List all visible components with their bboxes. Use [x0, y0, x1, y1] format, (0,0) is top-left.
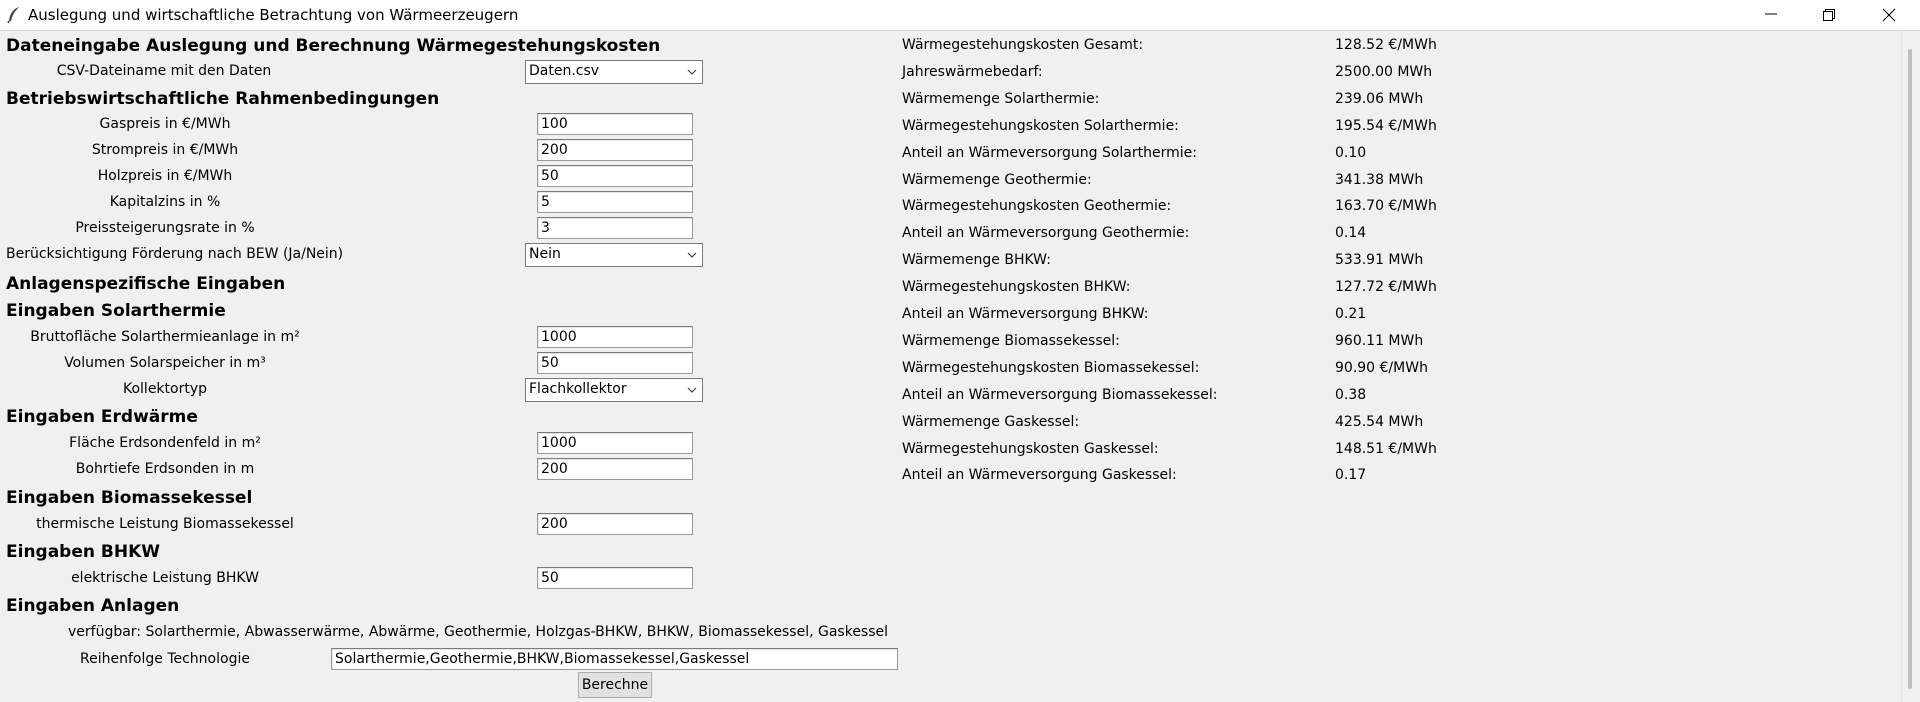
result-value: 341.38 MWh — [1335, 172, 1424, 188]
section-title-chp: Eingaben BHKW — [6, 542, 161, 562]
minimize-icon — [1765, 13, 1777, 15]
biomass-power-input[interactable] — [537, 513, 693, 535]
chevron-down-icon — [687, 69, 697, 75]
collector-type-combobox[interactable]: Flachkollektor — [525, 378, 703, 402]
gas-price-input[interactable] — [537, 113, 693, 135]
csv-filename-label: CSV-Dateiname mit den Daten — [56, 63, 272, 79]
result-label: Wärmegestehungskosten Solarthermie: — [902, 118, 1179, 134]
technology-order-input[interactable] — [331, 648, 898, 670]
result-value: 0.21 — [1335, 306, 1367, 322]
wood-price-input[interactable] — [537, 165, 693, 187]
restore-button[interactable] — [1800, 0, 1858, 30]
vertical-scrollbar[interactable] — [1901, 31, 1920, 702]
bew-funding-value: Nein — [529, 246, 561, 262]
section-title-technologies: Eingaben Anlagen — [6, 596, 180, 616]
result-value: 128.52 €/MWh — [1335, 37, 1437, 53]
result-value: 148.51 €/MWh — [1335, 441, 1437, 457]
result-value: 2500.00 MWh — [1335, 64, 1433, 80]
power-price-label: Strompreis in €/MWh — [91, 142, 239, 158]
technology-order-label: Reihenfolge Technologie — [80, 651, 250, 667]
result-label: Wärmegestehungskosten Gesamt: — [902, 37, 1144, 53]
drill-depth-label: Bohrtiefe Erdsonden in m — [75, 461, 255, 477]
bew-funding-combobox[interactable]: Nein — [525, 243, 703, 267]
result-value: 0.38 — [1335, 387, 1367, 403]
close-button[interactable] — [1860, 0, 1918, 30]
feather-icon — [6, 6, 22, 24]
collector-type-value: Flachkollektor — [529, 381, 627, 397]
result-label: Wärmemenge Solarthermie: — [902, 91, 1100, 107]
solar-storage-label: Volumen Solarspeicher in m³ — [64, 355, 266, 371]
result-value: 163.70 €/MWh — [1335, 198, 1437, 214]
wood-price-label: Holzpreis in €/MWh — [97, 168, 233, 184]
result-label: Wärmemenge BHKW: — [902, 252, 1051, 268]
result-value: 0.10 — [1335, 145, 1367, 161]
solar-storage-input[interactable] — [537, 352, 693, 374]
chevron-down-icon — [687, 252, 697, 258]
result-label: Jahreswärmebedarf: — [902, 64, 1043, 80]
result-label: Anteil an Wärmeversorgung BHKW: — [902, 306, 1149, 322]
section-title-data-input: Dateneingabe Auslegung und Berechnung Wä… — [6, 36, 661, 56]
result-value: 425.54 MWh — [1335, 414, 1424, 430]
minimize-button[interactable] — [1742, 0, 1800, 30]
result-label: Anteil an Wärmeversorgung Geothermie: — [902, 225, 1190, 241]
result-label: Anteil an Wärmeversorgung Solarthermie: — [902, 145, 1197, 161]
price-increase-input[interactable] — [537, 217, 693, 239]
result-value: 239.06 MWh — [1335, 91, 1424, 107]
drill-depth-input[interactable] — [537, 458, 693, 480]
result-label: Anteil an Wärmeversorgung Gaskessel: — [902, 467, 1177, 483]
geo-area-label: Fläche Erdsondenfeld in m² — [69, 435, 261, 451]
section-title-solar: Eingaben Solarthermie — [6, 301, 226, 321]
result-label: Anteil an Wärmeversorgung Biomassekessel… — [902, 387, 1218, 403]
result-label: Wärmemenge Gaskessel: — [902, 414, 1080, 430]
result-value: 195.54 €/MWh — [1335, 118, 1437, 134]
collector-type-label: Kollektortyp — [122, 381, 208, 397]
geo-area-input[interactable] — [537, 432, 693, 454]
title-bar: Auslegung und wirtschaftliche Betrachtun… — [0, 0, 1920, 31]
solar-area-label: Bruttofläche Solarthermieanlage in m² — [30, 329, 300, 345]
section-title-economic: Betriebswirtschaftliche Rahmenbedingunge… — [6, 89, 440, 109]
section-title-geothermal: Eingaben Erdwärme — [6, 407, 198, 427]
result-value: 0.14 — [1335, 225, 1367, 241]
main-content: Dateneingabe Auslegung und Berechnung Wä… — [0, 31, 1902, 702]
restore-icon — [1823, 9, 1835, 21]
csv-filename-combobox[interactable]: Daten.csv — [525, 60, 703, 84]
available-technologies-text: verfügbar: Solarthermie, Abwasserwärme, … — [68, 624, 889, 640]
result-value: 0.17 — [1335, 467, 1367, 483]
result-label: Wärmemenge Biomassekessel: — [902, 333, 1120, 349]
csv-filename-value: Daten.csv — [529, 63, 600, 79]
solar-area-input[interactable] — [537, 326, 693, 348]
chevron-down-icon — [687, 387, 697, 393]
bew-funding-label: Berücksichtigung Förderung nach BEW (Ja/… — [6, 246, 344, 262]
result-value: 960.11 MWh — [1335, 333, 1424, 349]
price-increase-label: Preissteigerungsrate in % — [75, 220, 255, 236]
result-label: Wärmemenge Geothermie: — [902, 172, 1092, 188]
result-value: 533.91 MWh — [1335, 252, 1424, 268]
interest-rate-label: Kapitalzins in % — [109, 194, 221, 210]
scrollbar-thumb[interactable] — [1908, 49, 1912, 689]
power-price-input[interactable] — [537, 139, 693, 161]
result-value: 90.90 €/MWh — [1335, 360, 1428, 376]
chp-power-input[interactable] — [537, 567, 693, 589]
gas-price-label: Gaspreis in €/MWh — [99, 116, 231, 132]
interest-rate-input[interactable] — [537, 191, 693, 213]
result-label: Wärmegestehungskosten Geothermie: — [902, 198, 1172, 214]
result-label: Wärmegestehungskosten BHKW: — [902, 279, 1131, 295]
section-title-plant-specific: Anlagenspezifische Eingaben — [6, 274, 286, 294]
biomass-power-label: thermische Leistung Biomassekessel — [36, 516, 294, 532]
window-title: Auslegung und wirtschaftliche Betrachtun… — [28, 6, 519, 24]
chp-power-label: elektrische Leistung BHKW — [71, 570, 259, 586]
close-icon — [1882, 8, 1896, 22]
section-title-biomass: Eingaben Biomassekessel — [6, 488, 253, 508]
result-label: Wärmegestehungskosten Biomassekessel: — [902, 360, 1200, 376]
calculate-button[interactable]: Berechne — [578, 672, 652, 698]
result-label: Wärmegestehungskosten Gaskessel: — [902, 441, 1159, 457]
result-value: 127.72 €/MWh — [1335, 279, 1437, 295]
